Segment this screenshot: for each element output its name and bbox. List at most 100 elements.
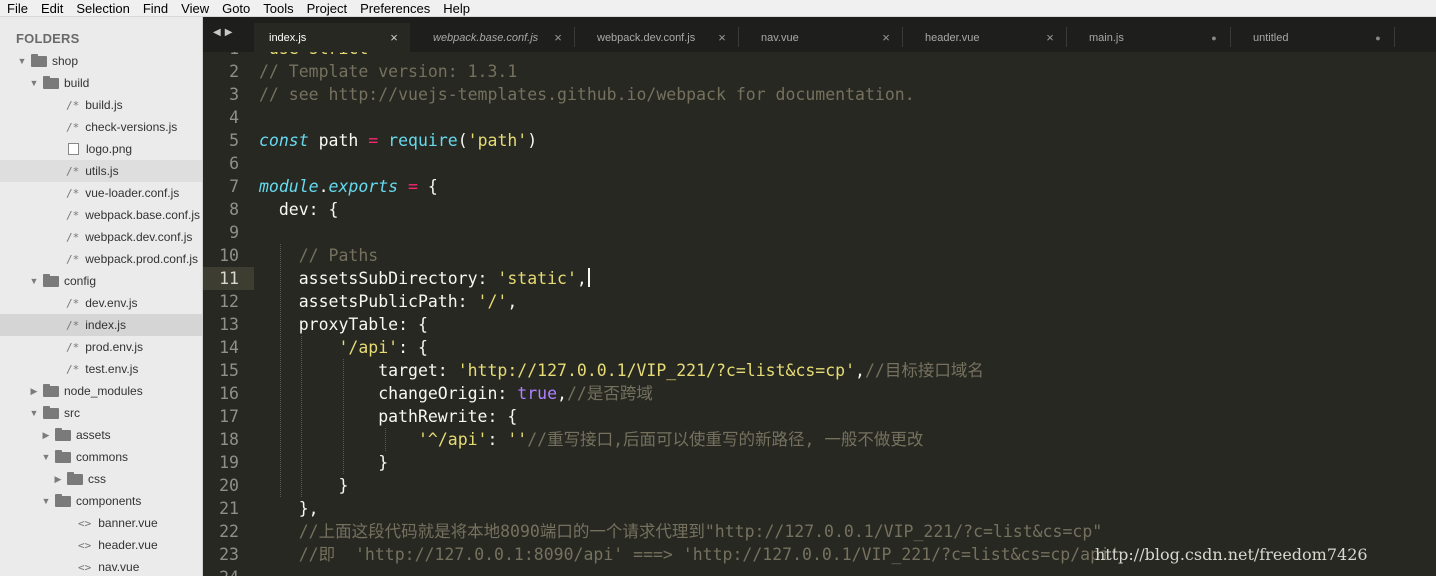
code-line[interactable]: '/api': {	[259, 336, 427, 359]
tab-index-js[interactable]: index.js ×	[254, 23, 410, 52]
code-line[interactable]: assetsPublicPath: '/',	[259, 290, 518, 313]
code-token: {	[417, 177, 438, 196]
tree-item[interactable]: /* dev.env.js	[0, 292, 202, 314]
tree-item[interactable]: ▼ src	[0, 402, 202, 424]
tree-item[interactable]: /* webpack.dev.conf.js	[0, 226, 202, 248]
tree-item[interactable]: /* check-versions.js	[0, 116, 202, 138]
close-icon[interactable]: ×	[880, 30, 892, 45]
unsaved-dot-icon: ●	[1375, 32, 1381, 43]
code-line[interactable]: dev: {	[259, 198, 339, 221]
code-token: target:	[259, 361, 458, 380]
menu-item-preferences[interactable]: Preferences	[353, 0, 436, 17]
code-line[interactable]: '^/api': ''//重写接口,后面可以使重写的新路径, 一般不做更改	[259, 428, 923, 451]
js-file-icon: /*	[66, 120, 80, 134]
menu-item-view[interactable]: View	[174, 0, 215, 17]
tab-main-js[interactable]: main.js ●	[1074, 23, 1230, 52]
code-line[interactable]: assetsSubDirectory: 'static',	[259, 267, 590, 290]
expand-arrow-down-icon[interactable]: ▼	[40, 495, 52, 507]
line-number: 3	[229, 85, 239, 104]
tree-item[interactable]: ▼ build	[0, 72, 202, 94]
menu-item-project[interactable]: Project	[300, 0, 353, 17]
tab-untitled[interactable]: untitled ●	[1238, 23, 1394, 52]
tree-item[interactable]: ▶ css	[0, 468, 202, 490]
tree-item-label: vue-loader.conf.js	[85, 186, 180, 200]
tree-item[interactable]: logo.png	[0, 138, 202, 160]
code-token: //是否跨域	[566, 384, 653, 403]
code-line[interactable]: module.exports = {	[259, 175, 438, 198]
code-token: // Template version: 1.3.1	[259, 62, 518, 81]
tree-item[interactable]: /* webpack.base.conf.js	[0, 204, 202, 226]
code-line[interactable]: const path = require('path')	[259, 129, 537, 152]
tree-item[interactable]: /* utils.js	[0, 160, 202, 182]
tree-item[interactable]: <> nav.vue	[0, 556, 202, 576]
tree-item[interactable]: <> header.vue	[0, 534, 202, 556]
code-line[interactable]: // Template version: 1.3.1	[259, 60, 517, 83]
line-number: 9	[229, 223, 239, 242]
code-line[interactable]: },	[259, 497, 319, 520]
tree-item[interactable]: /* webpack.prod.conf.js	[0, 248, 202, 270]
tree-item[interactable]: /* test.env.js	[0, 358, 202, 380]
code-line[interactable]: //即 'http://127.0.0.1:8090/api' ===> 'ht…	[259, 543, 1120, 566]
menu-item-file[interactable]: File	[0, 0, 34, 17]
code-token: assetsPublicPath:	[259, 292, 478, 311]
line-number: 5	[229, 131, 239, 150]
code-line[interactable]: changeOrigin: true,//是否跨域	[259, 382, 653, 405]
menu-item-help[interactable]: Help	[436, 0, 476, 17]
code-token: 'http://127.0.0.1/VIP_221/?c=list&cs=cp'	[457, 361, 856, 380]
code-line[interactable]: //上面这段代码就是将本地8090端口的一个请求代理到"http://127.0…	[259, 520, 1102, 543]
tree-item[interactable]: /* vue-loader.conf.js	[0, 182, 202, 204]
code-line[interactable]: }	[259, 474, 348, 497]
tree-item[interactable]: ▼ shop	[0, 50, 202, 72]
code-line[interactable]: // see http://vuejs-templates.github.io/…	[259, 83, 915, 106]
expand-arrow-down-icon[interactable]: ▼	[28, 407, 40, 419]
expand-arrow-down-icon[interactable]: ▼	[28, 77, 40, 89]
expand-arrow-down-icon[interactable]: ▼	[16, 55, 28, 67]
tab-header-vue[interactable]: header.vue ×	[910, 23, 1066, 52]
menu-item-edit[interactable]: Edit	[34, 0, 69, 17]
tab-nav-arrows[interactable]: ◀ ▶	[213, 27, 241, 41]
code-line[interactable]: pathRewrite: {	[259, 405, 517, 428]
close-icon[interactable]: ×	[716, 30, 728, 45]
tree-item[interactable]: ▼ components	[0, 490, 202, 512]
code-line[interactable]: proxyTable: {	[259, 313, 428, 336]
tree-item[interactable]: ▶ node_modules	[0, 380, 202, 402]
close-icon[interactable]: ×	[1044, 30, 1056, 45]
menu-item-goto[interactable]: Goto	[215, 0, 256, 17]
tree-item[interactable]: /* build.js	[0, 94, 202, 116]
code-line[interactable]: target: 'http://127.0.0.1/VIP_221/?c=lis…	[259, 359, 984, 382]
tab-prev-icon[interactable]: ◀	[213, 27, 221, 41]
tree-item-label: config	[64, 274, 97, 288]
vue-file-icon: <>	[78, 538, 92, 552]
menu-item-selection[interactable]: Selection	[69, 0, 135, 17]
tree-item-label: webpack.dev.conf.js	[85, 230, 193, 244]
code-line[interactable]: 'use strict'	[259, 52, 378, 60]
tree-item[interactable]: ▶ assets	[0, 424, 202, 446]
tree-item[interactable]: ▼ commons	[0, 446, 202, 468]
close-icon[interactable]: ×	[388, 30, 400, 45]
close-icon[interactable]: ×	[552, 30, 564, 45]
expand-arrow-down-icon[interactable]: ▼	[28, 275, 40, 287]
expand-arrow-right-icon[interactable]: ▶	[40, 429, 52, 441]
expand-arrow-right-icon[interactable]: ▶	[52, 473, 64, 485]
tree-item[interactable]: /* prod.env.js	[0, 336, 202, 358]
tree-item[interactable]: /* index.js	[0, 314, 202, 336]
tab-next-icon[interactable]: ▶	[225, 27, 233, 41]
tab-webpack-dev-conf-js[interactable]: webpack.dev.conf.js ×	[582, 23, 738, 52]
tab-webpack-base-conf-js[interactable]: webpack.base.conf.js ×	[418, 23, 574, 52]
tab-nav-vue[interactable]: nav.vue ×	[746, 23, 902, 52]
menu-item-tools[interactable]: Tools	[256, 0, 299, 17]
tree-item[interactable]: <> banner.vue	[0, 512, 202, 534]
expand-arrow-right-icon[interactable]: ▶	[28, 385, 40, 397]
code-line[interactable]: }	[259, 451, 388, 474]
line-number: 2	[229, 62, 239, 81]
expand-arrow-down-icon[interactable]: ▼	[40, 451, 52, 463]
tree-item[interactable]: ▼ config	[0, 270, 202, 292]
menu-item-find[interactable]: Find	[136, 0, 174, 17]
folder-icon	[43, 383, 59, 397]
code-editor[interactable]: 123456789101112131415161718192021222324 …	[203, 52, 1436, 576]
code-line[interactable]: // Paths	[259, 244, 378, 267]
